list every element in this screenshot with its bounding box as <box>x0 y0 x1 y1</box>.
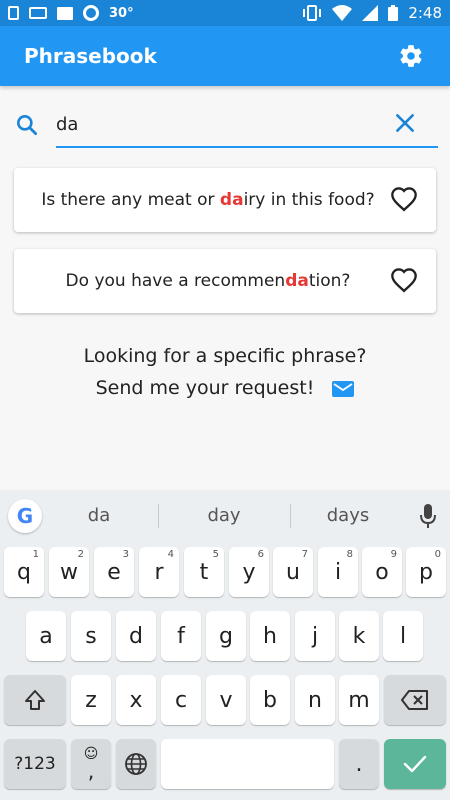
period-key[interactable]: . <box>339 739 379 789</box>
search-bar <box>12 102 438 148</box>
signal-icon <box>362 5 379 21</box>
key-k[interactable]: k <box>339 611 379 661</box>
key-c[interactable]: c <box>161 675 201 725</box>
search-underline <box>56 146 438 148</box>
phrase-card[interactable]: Do you have a recommendation? <box>14 249 436 313</box>
key-t[interactable]: t5 <box>184 547 224 597</box>
request-line-1: Looking for a specific phrase? <box>83 345 367 367</box>
key-l[interactable]: l <box>383 611 423 661</box>
record-icon <box>83 5 99 21</box>
key-o[interactable]: o9 <box>362 547 402 597</box>
key-w[interactable]: w2 <box>49 547 89 597</box>
gear-icon <box>400 45 422 67</box>
symbols-key[interactable]: ?123 <box>4 739 66 789</box>
key-v[interactable]: v <box>206 675 246 725</box>
keyboard-icon <box>29 7 47 19</box>
suggestion-3[interactable]: days <box>288 505 408 526</box>
image-icon <box>57 6 73 20</box>
status-bar: 30° 2:48 <box>0 0 450 26</box>
key-y[interactable]: y6 <box>229 547 269 597</box>
phrase-card[interactable]: Is there any meat or dairy in this food? <box>14 168 436 232</box>
key-g[interactable]: g <box>206 611 246 661</box>
key-a[interactable]: a <box>26 611 66 661</box>
space-key[interactable] <box>161 739 334 789</box>
key-s[interactable]: s <box>71 611 111 661</box>
language-key[interactable] <box>116 739 156 789</box>
app-title: Phrasebook <box>24 44 157 68</box>
key-d[interactable]: d <box>116 611 156 661</box>
key-f[interactable]: f <box>161 611 201 661</box>
sim-icon <box>8 6 19 20</box>
key-n[interactable]: n <box>295 675 335 725</box>
comma-key[interactable]: ☺ , <box>71 739 111 789</box>
search-icon <box>17 115 38 136</box>
divider <box>158 504 159 528</box>
suggestion-2[interactable]: day <box>164 505 284 526</box>
enter-key[interactable] <box>384 739 446 789</box>
close-icon[interactable] <box>392 110 418 136</box>
request-message: Looking for a specific phrase? Send me y… <box>0 340 450 404</box>
wifi-icon <box>332 5 353 21</box>
key-m[interactable]: m <box>339 675 379 725</box>
key-p[interactable]: p0 <box>406 547 446 597</box>
key-e[interactable]: e3 <box>94 547 134 597</box>
key-z[interactable]: z <box>71 675 111 725</box>
request-line-2: Send me your request! <box>0 372 450 404</box>
shift-key[interactable] <box>4 675 66 725</box>
match-highlight: da <box>219 190 244 210</box>
settings-button[interactable] <box>396 41 426 71</box>
key-x[interactable]: x <box>116 675 156 725</box>
backspace-icon <box>401 690 428 710</box>
key-u[interactable]: u7 <box>273 547 313 597</box>
key-h[interactable]: h <box>250 611 290 661</box>
checkmark-icon <box>403 755 427 773</box>
match-highlight: da <box>285 271 309 291</box>
heart-outline-icon[interactable] <box>390 267 418 295</box>
heart-outline-icon[interactable] <box>390 186 418 214</box>
suggestion-1[interactable]: da <box>39 505 159 526</box>
phrase-text: Do you have a recommendation? <box>65 271 351 291</box>
phrase-text: Is there any meat or dairy in this food? <box>41 190 375 210</box>
temperature: 30° <box>109 5 134 21</box>
key-i[interactable]: i8 <box>318 547 358 597</box>
suggestion-strip: G da day days <box>0 490 450 540</box>
shift-icon <box>25 690 45 710</box>
key-r[interactable]: r4 <box>139 547 179 597</box>
app-bar: Phrasebook <box>0 26 450 86</box>
backspace-key[interactable] <box>384 675 446 725</box>
microphone-icon[interactable] <box>420 504 436 528</box>
soft-keyboard: G da day days q1 w2 e3 r4 t5 y6 u7 i8 o9… <box>0 490 450 800</box>
clock: 2:48 <box>408 4 442 22</box>
mail-icon[interactable] <box>332 380 355 397</box>
vibrate-icon <box>303 5 322 21</box>
battery-icon <box>388 5 399 21</box>
google-icon[interactable]: G <box>8 499 42 533</box>
key-q[interactable]: q1 <box>4 547 44 597</box>
key-j[interactable]: j <box>295 611 335 661</box>
globe-icon <box>125 753 147 775</box>
key-b[interactable]: b <box>250 675 290 725</box>
search-input[interactable] <box>56 108 386 140</box>
